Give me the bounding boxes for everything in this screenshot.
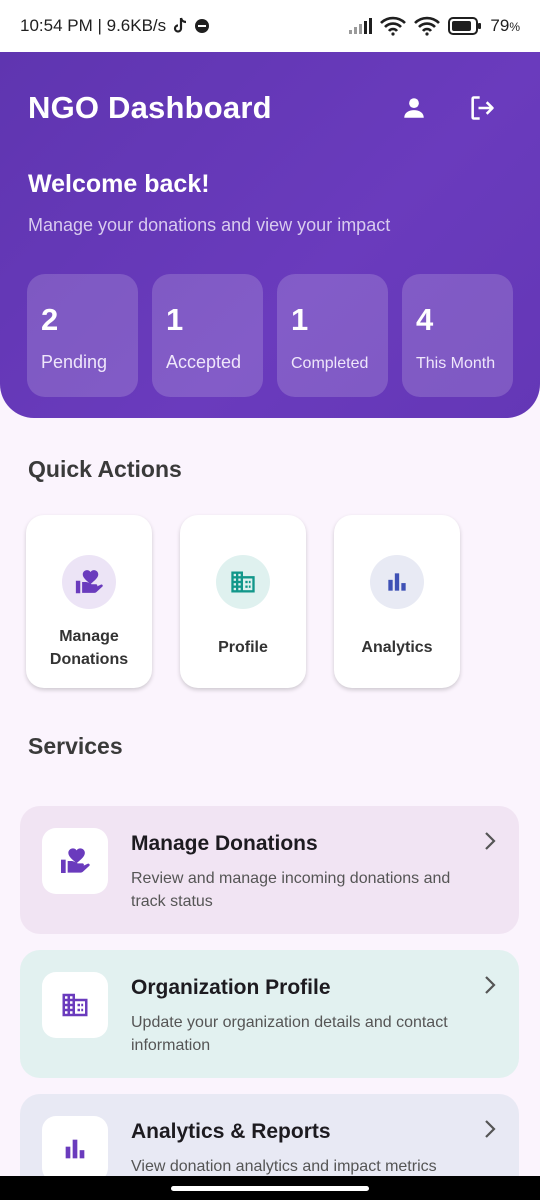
services-title: Services <box>28 733 123 759</box>
welcome-title: Welcome back! <box>28 170 210 198</box>
battery-value: 79 <box>490 16 510 35</box>
quick-action-analytics[interactable]: Analytics <box>334 515 460 688</box>
bar-chart-icon <box>388 573 406 591</box>
stat-card-pending: 2 Pending <box>27 274 138 397</box>
service-manage-donations[interactable]: Manage Donations Review and manage incom… <box>20 806 519 934</box>
business-icon <box>62 993 88 1017</box>
tiktok-icon <box>172 17 188 35</box>
quick-actions-title: Quick Actions <box>28 456 182 482</box>
screen: 10:54 PM | 9.6KB/s 79% NGO Dashboard Wel… <box>0 0 540 1200</box>
wifi-icon <box>380 16 407 36</box>
chevron-right-icon <box>483 1118 497 1145</box>
bar-chart-icon <box>65 1139 85 1159</box>
stat-label: Accepted <box>166 352 242 372</box>
person-icon <box>404 98 424 118</box>
stat-card-this-month: 4 This Month <box>402 274 513 397</box>
volunteer-activism-icon <box>75 570 103 594</box>
quick-actions: Manage Donations Profile Analytics <box>26 515 460 688</box>
chevron-right-icon <box>483 830 497 857</box>
service-title: Analytics & Reports <box>131 1120 331 1143</box>
logout-icon <box>471 96 494 120</box>
battery-unit: % <box>509 20 520 34</box>
profile-button[interactable] <box>400 94 428 122</box>
battery-percent: 79% <box>490 16 520 36</box>
service-icon-box <box>42 828 108 894</box>
welcome-subtitle: Manage your donations and view your impa… <box>28 215 391 235</box>
stat-value: 1 <box>166 302 184 337</box>
service-description: Review and manage incoming donations and… <box>131 870 451 910</box>
quick-action-manage-donations[interactable]: Manage Donations <box>26 515 152 688</box>
stat-value: 2 <box>41 302 59 337</box>
stat-label: This Month <box>416 355 496 372</box>
qa-icon-circle <box>370 555 424 609</box>
stat-value: 4 <box>416 302 434 337</box>
logout-button[interactable] <box>468 94 496 122</box>
status-time-speed: 10:54 PM | 9.6KB/s <box>20 16 167 35</box>
chevron-right-icon <box>483 974 497 1001</box>
qa-icon-circle <box>216 555 270 609</box>
home-gesture-handle[interactable] <box>171 1186 369 1191</box>
wifi-icon-secondary <box>414 16 441 36</box>
service-title: Organization Profile <box>131 976 331 999</box>
stats-row: 2 Pending 1 Accepted 1 Completed 4 This … <box>27 274 513 397</box>
qa-label: Analytics <box>361 639 433 656</box>
app-notification-icon <box>194 18 210 34</box>
stat-card-completed: 1 Completed <box>277 274 388 397</box>
qa-icon-circle <box>62 555 116 609</box>
qa-label: Manage Donations <box>49 628 129 668</box>
service-description: View donation analytics and impact metri… <box>131 1158 437 1175</box>
volunteer-activism-icon <box>61 848 90 873</box>
stat-label: Pending <box>41 352 108 372</box>
status-bar-left: 10:54 PM | 9.6KB/s <box>20 16 210 36</box>
page-title: NGO Dashboard <box>28 90 272 125</box>
service-organization-profile[interactable]: Organization Profile Update your organiz… <box>20 950 519 1078</box>
service-icon-box <box>42 972 108 1038</box>
battery-icon <box>448 17 482 35</box>
dashboard-header: NGO Dashboard Welcome back! Manage your … <box>0 52 540 418</box>
stat-label: Completed <box>291 355 369 372</box>
stat-value: 1 <box>291 302 309 337</box>
business-icon <box>231 571 255 593</box>
system-nav-bar <box>0 1176 540 1200</box>
service-title: Manage Donations <box>131 832 318 855</box>
stat-card-accepted: 1 Accepted <box>152 274 263 397</box>
quick-action-profile[interactable]: Profile <box>180 515 306 688</box>
status-bar-right: 79% <box>348 16 520 36</box>
signal-icon <box>348 18 373 34</box>
qa-label: Profile <box>218 639 268 656</box>
status-bar: 10:54 PM | 9.6KB/s 79% <box>0 0 540 52</box>
service-description: Update your organization details and con… <box>131 1014 448 1054</box>
service-icon-box <box>42 1116 108 1182</box>
header-actions <box>400 94 496 122</box>
